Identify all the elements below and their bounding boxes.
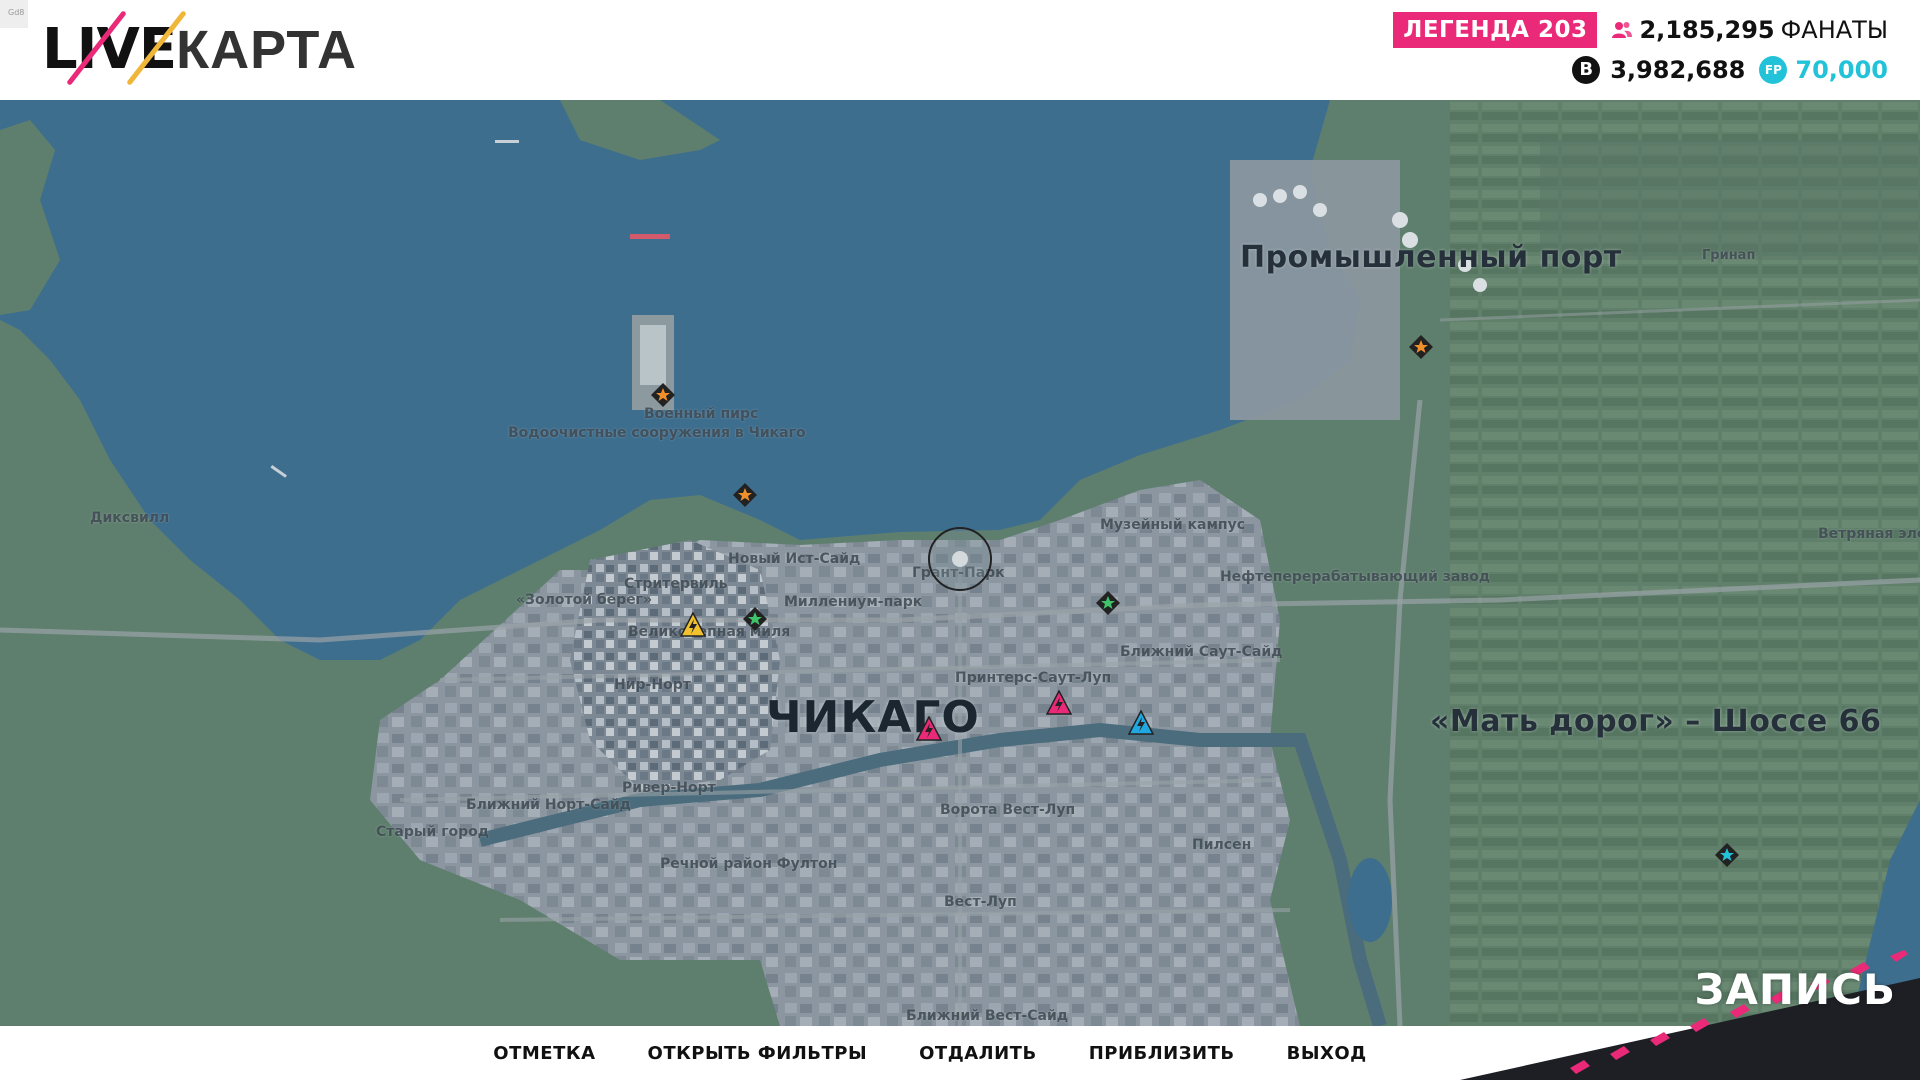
lightning-event-pink-icon[interactable]: [1046, 690, 1072, 716]
star-event-marker-icon[interactable]: [732, 482, 758, 508]
level-badge: ЛЕГЕНДА 203: [1393, 12, 1598, 48]
label-chicago: ЧИКАГО: [766, 692, 980, 743]
player-stats-row: ЛЕГЕНДА 203 2,185,295 ФАНАТЫ: [1393, 12, 1888, 48]
recording-label: ЗАПИСЬ: [1694, 965, 1896, 1014]
label-dixville: Диксвилл: [90, 510, 170, 526]
star-event-marker-icon[interactable]: [650, 382, 676, 408]
label-gold-coast: «Золотой берег»: [516, 592, 653, 608]
fans-value: 2,185,295: [1639, 16, 1775, 44]
live-map-screen: Gd8 LIVE КАРТА ЛЕГЕНДА 203 2,185,295 ФАН…: [0, 0, 1920, 1080]
exit-button[interactable]: ВЫХОД: [1287, 1043, 1367, 1064]
credits-value: 3,982,688: [1610, 56, 1746, 84]
lightning-event-blue-icon[interactable]: [1128, 710, 1154, 736]
label-river-north: Ривер-Норт: [622, 780, 716, 796]
label-museum-campus: Музейный кампус: [1100, 517, 1246, 533]
star-event-marker-green-icon[interactable]: [1095, 590, 1121, 616]
label-west-loop: Вест-Луп: [944, 894, 1017, 910]
star-event-marker-green-icon[interactable]: [742, 606, 768, 632]
label-near-west-side: Ближний Вест-Сайд: [906, 1008, 1069, 1024]
bottom-controls-bar: ОТМЕТКА ОТКРЫТЬ ФИЛЬТРЫ ОТДАЛИТЬ ПРИБЛИЗ…: [0, 1026, 1920, 1080]
label-near-north-side: Ближний Норт-Сайд: [466, 797, 631, 813]
label-wind-farm: Ветряная эле: [1818, 526, 1920, 542]
label-new-east-side: Новый Ист-Сайд: [728, 551, 861, 567]
fans-counter: 2,185,295 ФАНАТЫ: [1611, 16, 1888, 44]
mark-button[interactable]: ОТМЕТКА: [493, 1043, 595, 1064]
lightning-event-pink-icon[interactable]: [916, 716, 942, 742]
label-streeterville: Стритервиль: [624, 576, 728, 592]
credits-icon: B: [1572, 56, 1601, 84]
label-millennium-park: Миллениум-парк: [784, 594, 923, 610]
live-map-logo: LIVE КАРТА: [42, 10, 357, 86]
header: Gd8 LIVE КАРТА ЛЕГЕНДА 203 2,185,295 ФАН…: [0, 0, 1920, 100]
star-event-marker-icon[interactable]: [1408, 334, 1434, 360]
world-map[interactable]: Промышленный порт Гринап Военный пирс Во…: [0, 100, 1920, 1026]
fans-label: ФАНАТЫ: [1780, 16, 1888, 44]
label-military-pier: Военный пирс: [644, 406, 759, 422]
label-near-north: Нир-Норт: [614, 677, 691, 693]
label-refinery: Нефтеперерабатывающий завод: [1220, 569, 1491, 585]
corner-tag: Gd8: [0, 0, 28, 28]
forzathon-points-value: 70,000: [1795, 56, 1888, 84]
label-printers-south-loop: Принтерс-Саут-Луп: [955, 670, 1112, 686]
label-old-town: Старый город: [376, 824, 490, 840]
label-water-treatment: Водоочистные сооружения в Чикаго: [508, 425, 806, 441]
label-west-loop-gate: Ворота Вест-Луп: [940, 802, 1076, 818]
credits-counter: B 3,982,688: [1572, 56, 1745, 84]
label-near-south-side: Ближний Саут-Сайд: [1120, 644, 1283, 660]
zoom-in-button[interactable]: ПРИБЛИЗИТЬ: [1089, 1043, 1235, 1064]
label-pilsen: Пилсен: [1192, 837, 1252, 853]
logo-map-text: КАРТА: [176, 20, 357, 80]
label-fulton-river: Речной район Фултон: [660, 856, 838, 872]
lightning-event-yellow-icon[interactable]: [680, 612, 706, 638]
people-icon: [1612, 22, 1633, 38]
label-industrial-port: Промышленный порт: [1240, 240, 1622, 275]
label-route66: «Мать дорог» – Шоссе 66: [1430, 704, 1882, 739]
zoom-out-button[interactable]: ОТДАЛИТЬ: [919, 1043, 1037, 1064]
map-cursor-crosshair[interactable]: [928, 527, 992, 591]
star-event-marker-teal-icon[interactable]: [1714, 842, 1740, 868]
currency-row: B 3,982,688 FP 70,000: [1572, 52, 1888, 88]
forzathon-points-icon: FP: [1759, 56, 1788, 84]
open-filters-button[interactable]: ОТКРЫТЬ ФИЛЬТРЫ: [648, 1043, 868, 1064]
forzathon-points-counter: FP 70,000: [1759, 56, 1888, 84]
label-greenup: Гринап: [1702, 248, 1756, 263]
